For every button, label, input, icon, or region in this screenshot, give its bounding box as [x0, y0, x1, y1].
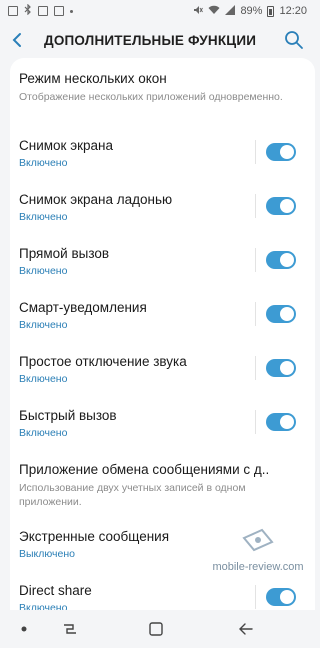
item-status: Включено: [19, 157, 68, 169]
back-button[interactable]: [12, 28, 32, 52]
item-status: Включено: [19, 373, 68, 385]
watermark-text: mobile-review.com: [212, 561, 304, 573]
divider: [255, 302, 256, 326]
toggle-easy-mute[interactable]: [266, 359, 296, 377]
item-description: Использование двух учетных записей в одн…: [19, 482, 246, 508]
system-icons: 89% 12:20: [193, 4, 307, 18]
item-title: Приложение обмена сообщениями с д..: [19, 462, 270, 477]
list-item-multi-window[interactable]: Режим нескольких окон Отображение нескол…: [10, 70, 305, 104]
back-arrow-icon: [239, 623, 253, 635]
item-status: Включено: [19, 427, 68, 439]
item-title: Быстрый вызов: [19, 408, 117, 423]
battery-percent: 89%: [240, 5, 263, 17]
signal-icon: [225, 4, 236, 18]
list-item-direct-call[interactable]: Прямой вызов Включено: [10, 245, 305, 278]
watermark: mobile-review.com: [208, 528, 308, 580]
toggle-direct-share[interactable]: [266, 588, 296, 606]
divider: [255, 248, 256, 272]
item-title: Простое отключение звука: [19, 354, 187, 369]
item-status: Включено: [19, 211, 68, 223]
watermark-logo-icon: [242, 528, 274, 552]
item-title: Снимок экрана ладонью: [19, 192, 173, 207]
home-icon: [149, 622, 163, 636]
item-title: Direct share: [19, 583, 92, 598]
divider: [255, 410, 256, 434]
list-item-dual-messenger[interactable]: Приложение обмена сообщениями с д.. Испо…: [10, 461, 305, 509]
status-bar: 89% 12:20: [0, 0, 315, 22]
toggle-quick-call[interactable]: [266, 413, 296, 431]
search-button[interactable]: [283, 29, 305, 51]
recent-apps-icon: [64, 624, 76, 634]
navigation-bar: [0, 610, 315, 648]
wifi-icon: [208, 5, 220, 18]
page-title: ДОПОЛНИТЕЛЬНЫЕ ФУНКЦИИ: [44, 32, 257, 48]
bluetooth-icon: [24, 3, 32, 18]
message-icon: [38, 6, 48, 16]
item-title: Снимок экрана: [19, 138, 113, 153]
item-title: Режим нескольких окон: [19, 71, 167, 86]
item-status: Включено: [19, 602, 68, 610]
item-status: Включено: [19, 265, 68, 277]
nav-dot-button[interactable]: [14, 619, 34, 639]
notification-icons: [8, 3, 73, 18]
toggle-smart-alerts[interactable]: [266, 305, 296, 323]
dot-icon: [21, 626, 27, 632]
chevron-left-icon: [12, 33, 21, 47]
more-notifications-icon: [70, 9, 73, 13]
battery-icon: [267, 5, 275, 17]
list-item-quick-call[interactable]: Быстрый вызов Включено: [10, 407, 305, 440]
list-item-screenshot[interactable]: Снимок экрана Включено: [10, 137, 305, 170]
item-status: Включено: [19, 319, 68, 331]
recent-apps-button[interactable]: [60, 619, 80, 639]
search-icon: [285, 31, 303, 49]
toggle-palm-screenshot[interactable]: [266, 197, 296, 215]
divider: [255, 356, 256, 380]
divider: [255, 585, 256, 609]
list-item-smart-alerts[interactable]: Смарт-уведомления Включено: [10, 299, 305, 332]
list-item-easy-mute[interactable]: Простое отключение звука Включено: [10, 353, 305, 386]
clock: 12:20: [279, 5, 307, 17]
toggle-screenshot[interactable]: [266, 143, 296, 161]
home-button[interactable]: [146, 619, 166, 639]
app-header: ДОПОЛНИТЕЛЬНЫЕ ФУНКЦИИ: [0, 22, 315, 58]
divider: [255, 194, 256, 218]
item-description: Отображение нескольких приложений одновр…: [19, 91, 283, 103]
back-nav-button[interactable]: [236, 619, 256, 639]
item-title: Прямой вызов: [19, 246, 110, 261]
mute-icon: [193, 5, 204, 18]
list-item-direct-share[interactable]: Direct share Включено: [10, 582, 305, 610]
divider: [255, 140, 256, 164]
gallery-icon: [8, 6, 18, 16]
list-item-palm-screenshot[interactable]: Снимок экрана ладонью Включено: [10, 191, 305, 224]
screen: 89% 12:20 ДОПОЛНИТЕЛЬНЫЕ ФУНКЦИИ Режим н…: [0, 0, 315, 648]
mail-icon: [54, 6, 64, 16]
toggle-direct-call[interactable]: [266, 251, 296, 269]
item-title: Смарт-уведомления: [19, 300, 147, 315]
